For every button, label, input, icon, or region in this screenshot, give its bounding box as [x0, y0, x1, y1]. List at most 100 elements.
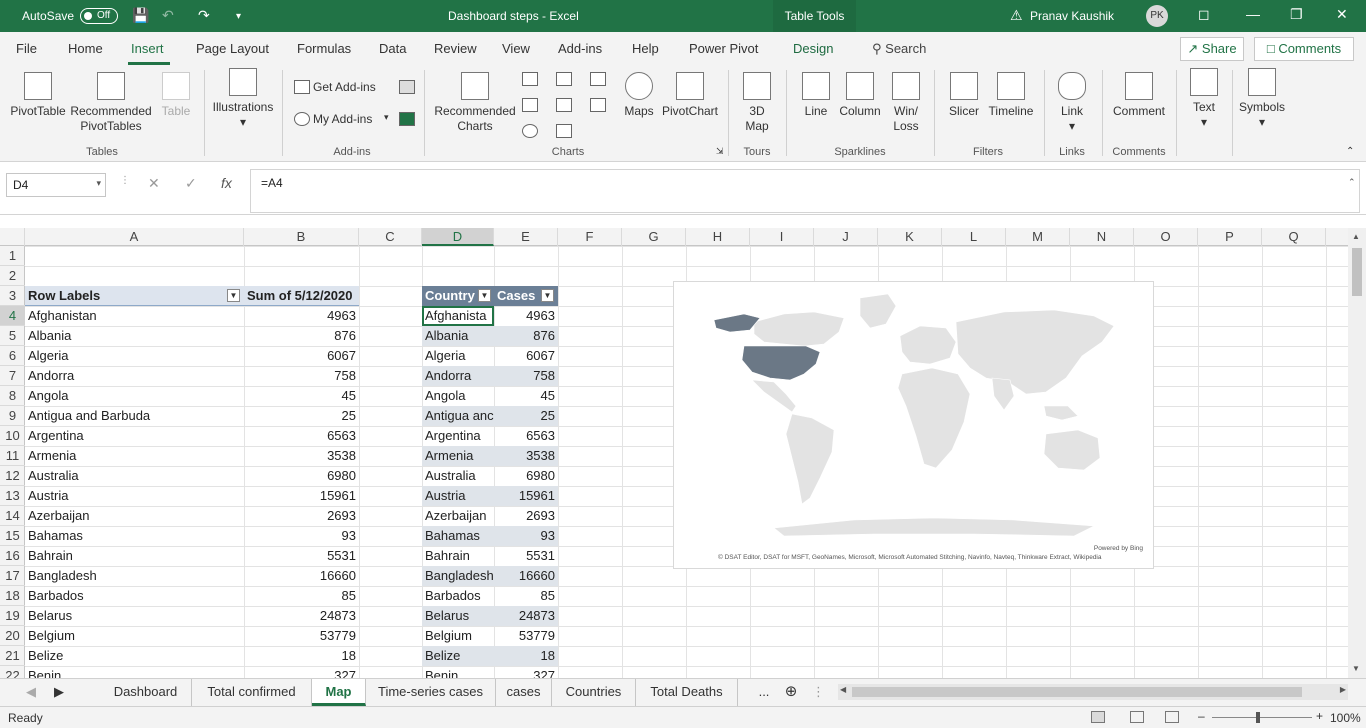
- table-cell-cases[interactable]: 6980: [494, 466, 558, 486]
- zoom-out-icon[interactable]: –: [1198, 709, 1205, 723]
- table-cell-country[interactable]: Bahrain: [422, 546, 494, 566]
- table-cell-country[interactable]: Albania: [422, 326, 494, 346]
- row-header[interactable]: 2: [0, 266, 25, 286]
- row-header[interactable]: 19: [0, 606, 25, 626]
- row-header[interactable]: 15: [0, 526, 25, 546]
- row-header[interactable]: 8: [0, 386, 25, 406]
- pivot-row-value[interactable]: 6563: [244, 426, 359, 446]
- pivot-row-value[interactable]: 5531: [244, 546, 359, 566]
- table-cell-cases[interactable]: 3538: [494, 446, 558, 466]
- pivot-row-label[interactable]: Belize: [25, 646, 244, 666]
- avatar[interactable]: PK: [1146, 5, 1168, 27]
- get-addins-button[interactable]: Get Add-ins: [313, 80, 376, 94]
- table-cell-country[interactable]: Algeria: [422, 346, 494, 366]
- zoom-level[interactable]: 100%: [1330, 711, 1361, 725]
- charts-dialog-launcher-icon[interactable]: ⇲: [716, 146, 724, 157]
- tab-page-layout[interactable]: Page Layout: [196, 41, 269, 56]
- column-header[interactable]: N: [1070, 228, 1134, 246]
- pivot-row-value[interactable]: 6980: [244, 466, 359, 486]
- pivot-row-label[interactable]: Andorra: [25, 366, 244, 386]
- pivot-row-value[interactable]: 53779: [244, 626, 359, 646]
- sheet-tab-countries[interactable]: Countries: [552, 679, 636, 706]
- table-cell-country[interactable]: Armenia: [422, 446, 494, 466]
- pivot-row-label[interactable]: Antigua and Barbuda: [25, 406, 244, 426]
- pivot-row-value[interactable]: 18: [244, 646, 359, 666]
- table-cell-country[interactable]: Afghanista: [422, 306, 494, 326]
- prev-sheet-icon[interactable]: ◀: [22, 679, 40, 706]
- column-header[interactable]: L: [942, 228, 1006, 246]
- table-cell-cases[interactable]: 5531: [494, 546, 558, 566]
- sheet-tab-total-confirmed[interactable]: Total confirmed: [192, 679, 312, 706]
- page-layout-view-icon[interactable]: [1130, 711, 1144, 723]
- row-header[interactable]: 1: [0, 246, 25, 266]
- sparkline-column-button[interactable]: Column: [836, 72, 884, 119]
- normal-view-icon[interactable]: [1091, 711, 1105, 723]
- row-header[interactable]: 10: [0, 426, 25, 446]
- sheet-tab-map[interactable]: Map: [312, 679, 366, 706]
- add-sheet-icon[interactable]: ⊕: [780, 679, 802, 706]
- zoom-slider[interactable]: [1212, 712, 1312, 723]
- pivot-row-value[interactable]: 85: [244, 586, 359, 606]
- worksheet-grid[interactable]: A B C D E F G H I J K L M N O P Q 123456…: [0, 228, 1348, 678]
- table-cell-country[interactable]: Belarus: [422, 606, 494, 626]
- recommended-charts-button[interactable]: Recommended Charts: [432, 72, 518, 134]
- pivot-row-value[interactable]: 327: [244, 666, 359, 678]
- my-addins-dropdown-icon[interactable]: ▾: [384, 112, 389, 123]
- pivot-row-label[interactable]: Argentina: [25, 426, 244, 446]
- tab-splitter-icon[interactable]: ⋮: [812, 679, 825, 706]
- comment-button[interactable]: Comment: [1110, 72, 1168, 119]
- table-cell-cases[interactable]: 758: [494, 366, 558, 386]
- tab-power-pivot[interactable]: Power Pivot: [689, 41, 758, 56]
- column-header[interactable]: P: [1198, 228, 1262, 246]
- pie-chart-icon[interactable]: [522, 124, 538, 138]
- row-header[interactable]: 5: [0, 326, 25, 346]
- tab-data[interactable]: Data: [379, 41, 406, 56]
- row-header[interactable]: 18: [0, 586, 25, 606]
- table-cell-country[interactable]: Barbados: [422, 586, 494, 606]
- scroll-down-icon[interactable]: ▼: [1352, 664, 1360, 673]
- statistic-chart-icon[interactable]: [556, 98, 572, 112]
- minimize-icon[interactable]: —: [1246, 6, 1260, 22]
- pivotchart-button[interactable]: PivotChart: [660, 72, 720, 119]
- pivot-row-label[interactable]: Barbados: [25, 586, 244, 606]
- pivot-row-value[interactable]: 4963: [244, 306, 359, 326]
- pivot-row-value[interactable]: 876: [244, 326, 359, 346]
- table-cell-country[interactable]: Australia: [422, 466, 494, 486]
- row-header[interactable]: 7: [0, 366, 25, 386]
- ribbon-display-icon[interactable]: ◻: [1198, 6, 1210, 23]
- row-header[interactable]: 16: [0, 546, 25, 566]
- pivot-row-label[interactable]: Azerbaijan: [25, 506, 244, 526]
- horizontal-scrollbar[interactable]: ◀ ▶: [838, 684, 1348, 700]
- table-cell-country[interactable]: Andorra: [422, 366, 494, 386]
- expand-formula-bar-icon[interactable]: ⌃: [1348, 177, 1356, 188]
- pivot-row-label[interactable]: Angola: [25, 386, 244, 406]
- row-header[interactable]: 6: [0, 346, 25, 366]
- column-header[interactable]: O: [1134, 228, 1198, 246]
- redo-icon[interactable]: ↷: [198, 7, 210, 24]
- cases-filter-dropdown-icon[interactable]: ▼: [541, 289, 554, 302]
- tab-review[interactable]: Review: [434, 41, 477, 56]
- sheet-tab-cases[interactable]: cases: [496, 679, 552, 706]
- table-cell-cases[interactable]: 327: [494, 666, 558, 678]
- row-header[interactable]: 17: [0, 566, 25, 586]
- pivot-row-value[interactable]: 15961: [244, 486, 359, 506]
- row-header[interactable]: 11: [0, 446, 25, 466]
- scroll-up-icon[interactable]: ▲: [1352, 232, 1360, 241]
- search-box[interactable]: ⚲ Search: [872, 41, 926, 57]
- combo-chart-icon[interactable]: [590, 98, 606, 112]
- people-graph-icon[interactable]: [399, 112, 415, 126]
- maps-button[interactable]: Maps: [620, 72, 658, 119]
- row-header[interactable]: 22: [0, 666, 25, 678]
- column-header[interactable]: K: [878, 228, 942, 246]
- column-header[interactable]: D: [422, 228, 494, 246]
- restore-icon[interactable]: ❐: [1290, 6, 1303, 23]
- link-button[interactable]: Link ▾: [1052, 72, 1092, 134]
- table-cell-country[interactable]: Austria: [422, 486, 494, 506]
- recommended-pivottables-button[interactable]: Recommended PivotTables: [70, 72, 152, 134]
- table-cell-country[interactable]: Bahamas: [422, 526, 494, 546]
- row-header[interactable]: 3: [0, 286, 25, 306]
- pivot-row-label[interactable]: Australia: [25, 466, 244, 486]
- more-sheets-button[interactable]: ...: [752, 679, 776, 706]
- sheet-tab-dashboard[interactable]: Dashboard: [100, 679, 192, 706]
- table-cell-cases[interactable]: 25: [494, 406, 558, 426]
